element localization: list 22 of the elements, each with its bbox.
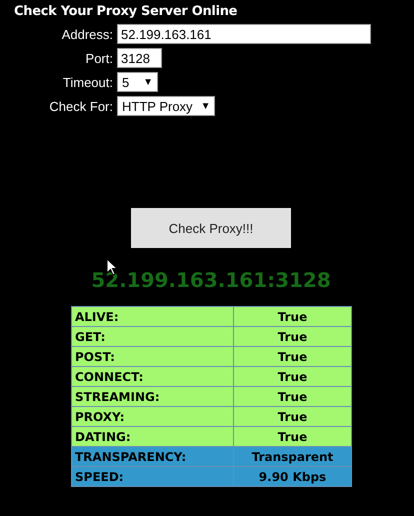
field-label: Check For:: [49, 98, 113, 114]
table-cell: TRANSPARENCY:: [72, 446, 234, 466]
table-cell: POST:: [72, 346, 234, 366]
field-label: Address:: [62, 26, 113, 42]
result-text: 52.199.163.161:3128: [90, 268, 332, 292]
page-title: Check Your Proxy Server Online: [13, 3, 238, 19]
table-cell: STREAMING:: [72, 386, 234, 406]
table-cell: ALIVE:: [72, 306, 234, 326]
table-cell: PROXY:: [72, 406, 234, 426]
input-field[interactable]: 52.199.163.161: [117, 24, 371, 44]
table-cell: SPEED:: [72, 466, 234, 486]
dropdown[interactable]: 5 ▼: [117, 72, 158, 92]
check-proxy-button[interactable]: Check Proxy!!!: [131, 208, 291, 248]
field-label: Timeout:: [62, 74, 113, 90]
table-cell: CONNECT:: [72, 366, 234, 386]
input-field[interactable]: 3128: [117, 48, 162, 68]
field-label: Port:: [86, 50, 113, 66]
table-cell: True: [234, 306, 352, 326]
table-cell: 9.90 Kbps: [234, 466, 352, 486]
table-cell: GET:: [72, 326, 234, 346]
table-cell: DATING:: [72, 426, 234, 446]
dropdown[interactable]: HTTP Proxy ▼: [117, 96, 216, 116]
